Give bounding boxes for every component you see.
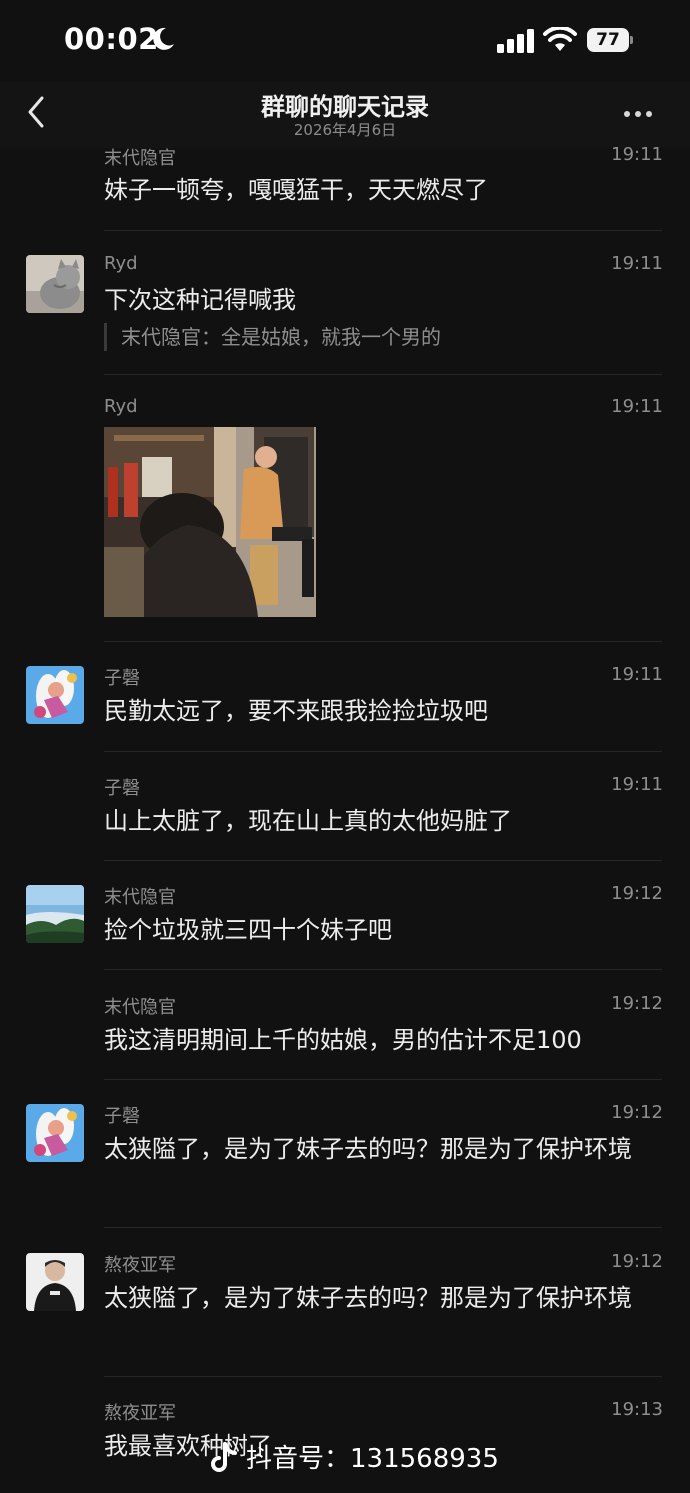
battery-level: 77	[587, 28, 629, 52]
page-title: 群聊的聊天记录	[261, 93, 429, 121]
message-divider	[104, 751, 662, 752]
message-time: 19:12	[611, 1251, 663, 1272]
message-sender: 熬夜亚军	[104, 1255, 176, 1276]
message-sender: 子磬	[104, 668, 140, 689]
message-divider	[104, 374, 662, 375]
nav-bar: 群聊的聊天记录 2026年4月6日	[0, 82, 690, 148]
battery-cap	[630, 36, 633, 44]
message-divider	[104, 1079, 662, 1080]
message-time: 19:12	[611, 883, 663, 904]
message-sender: Ryd	[104, 396, 138, 417]
page-subtitle: 2026年4月6日	[293, 121, 397, 139]
watermark-text: 抖音号：131568935	[246, 1444, 499, 1474]
message-photo[interactable]	[104, 427, 316, 617]
signal-icon	[497, 29, 534, 53]
message-sender: 子磬	[104, 778, 140, 799]
message-sender: 末代隐官	[104, 997, 176, 1018]
avatar-man[interactable]	[26, 1253, 84, 1311]
message-divider	[104, 1227, 662, 1228]
message-sender: 末代隐官	[104, 148, 176, 169]
wifi-icon	[543, 27, 577, 51]
status-time: 00:02	[64, 22, 159, 56]
message-time: 19:12	[611, 993, 663, 1014]
message-sender: Ryd	[104, 253, 138, 274]
message-text: 下次这种记得喊我	[104, 286, 296, 314]
message-text: 山上太脏了，现在山上真的太他妈脏了	[104, 807, 512, 835]
message-divider	[104, 230, 662, 231]
message-divider	[104, 969, 662, 970]
avatar-cat[interactable]	[26, 255, 84, 313]
message-text: 妹子一顿夸，嘎嘎猛干，天天燃尽了	[104, 176, 488, 204]
message-text: 我这清明期间上千的姑娘，男的估计不足100	[104, 1026, 582, 1054]
quoted-message[interactable]: 末代隐官：全是姑娘，就我一个男的	[104, 323, 441, 351]
avatar-cartoon[interactable]	[26, 666, 84, 724]
more-dots-icon[interactable]	[624, 102, 664, 122]
message-time: 19:11	[611, 774, 663, 795]
message-text: 太狭隘了，是为了妹子去的吗？那是为了保护环境	[104, 1284, 632, 1312]
message-divider	[104, 1376, 662, 1377]
message-text: 民勤太远了，要不来跟我捡捡垃圾吧	[104, 697, 488, 725]
message-sender: 子磬	[104, 1106, 140, 1127]
message-text: 捡个垃圾就三四十个妹子吧	[104, 916, 392, 944]
message-sender: 熬夜亚军	[104, 1403, 176, 1424]
battery-icon: 77	[587, 28, 633, 52]
message-time: 19:11	[611, 253, 663, 274]
message-time: 19:13	[611, 1399, 663, 1420]
message-text: 太狭隘了，是为了妹子去的吗？那是为了保护环境	[104, 1135, 632, 1163]
message-divider	[104, 641, 662, 642]
avatar-landscape[interactable]	[26, 885, 84, 943]
message-time: 19:11	[611, 396, 663, 417]
avatar-cartoon[interactable]	[26, 1104, 84, 1162]
douyin-logo-icon	[211, 1442, 237, 1472]
message-sender: 末代隐官	[104, 887, 176, 908]
status-bar: 00:02 77	[0, 0, 690, 82]
message-time: 19:11	[611, 144, 663, 165]
message-time: 19:11	[611, 664, 663, 685]
message-divider	[104, 860, 662, 861]
moon-icon	[153, 27, 174, 50]
message-time: 19:12	[611, 1102, 663, 1123]
